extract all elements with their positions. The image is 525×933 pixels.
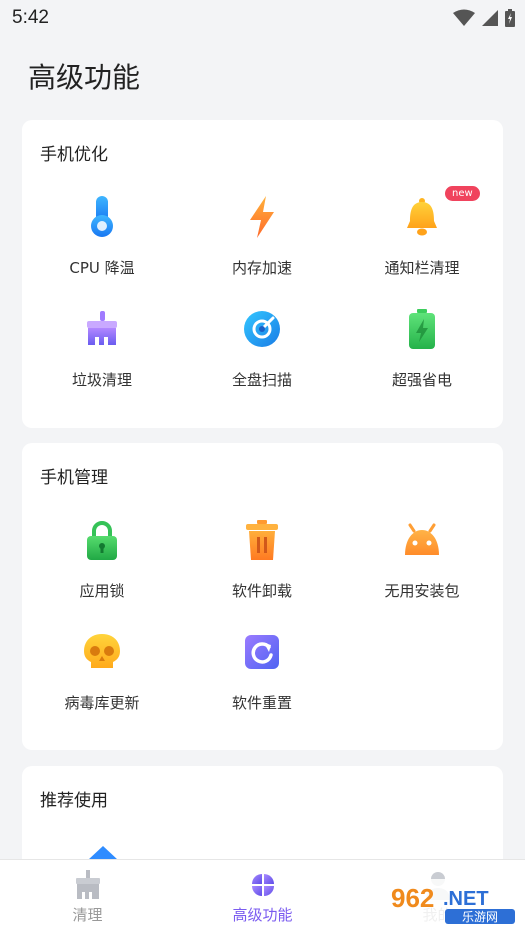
section-phone-optimize: 手机优化 CPU 降温 内存加速 new 通知栏清理 垃圾清理 全盘扫描 超强省… [22, 120, 503, 428]
grid-petal-icon [251, 874, 274, 896]
wifi-icon [453, 9, 475, 26]
nav-item-clean[interactable]: 清理 [0, 860, 175, 933]
feature-label: 无用安装包 [384, 582, 460, 600]
feature-power-save[interactable]: 超强省电 [342, 292, 502, 404]
feature-label: 超强省电 [391, 371, 452, 389]
feature-grid: CPU 降温 内存加速 new 通知栏清理 垃圾清理 全盘扫描 超强省电 [22, 180, 503, 404]
feature-label: 全盘扫描 [231, 371, 292, 389]
android-icon [399, 517, 445, 563]
feature-uninstall[interactable]: 软件卸载 [182, 503, 342, 615]
battery-status-icon [505, 9, 515, 27]
svg-text:乐游网: 乐游网 [462, 910, 498, 924]
nav-label: 高级功能 [232, 906, 293, 924]
section-title: 手机管理 [40, 468, 108, 488]
feature-label: 软件卸载 [231, 582, 292, 600]
signal-icon [482, 10, 498, 26]
trash-icon [239, 517, 285, 563]
broom-icon [79, 306, 125, 352]
feature-useless-apk[interactable]: 无用安装包 [342, 503, 502, 615]
battery-icon [399, 306, 445, 352]
bell-icon [399, 194, 445, 240]
watermark-logo: 962 .NET 乐游网 [387, 879, 519, 925]
status-bar: 5:42 [0, 0, 525, 36]
section-phone-manage: 手机管理 应用锁 软件卸载 无用安装包 病毒库更新 软件重置 [22, 443, 503, 750]
status-time: 5:42 [12, 7, 49, 28]
feature-junk-clean[interactable]: 垃圾清理 [22, 292, 182, 404]
feature-grid: 应用锁 软件卸载 无用安装包 病毒库更新 软件重置 [22, 503, 503, 727]
svg-text:.NET: .NET [443, 888, 489, 910]
feature-label: 通知栏清理 [384, 259, 460, 277]
feature-app-reset[interactable]: 软件重置 [182, 615, 342, 727]
scan-icon [239, 306, 285, 352]
status-icons [453, 9, 515, 27]
feature-label: 内存加速 [231, 259, 292, 277]
feature-memory-boost[interactable]: 内存加速 [182, 180, 342, 292]
broom-icon [75, 870, 100, 899]
section-title: 手机优化 [40, 145, 108, 165]
feature-label: 垃圾清理 [71, 371, 132, 389]
feature-app-lock[interactable]: 应用锁 [22, 503, 182, 615]
skull-icon [79, 629, 125, 675]
lock-icon [79, 517, 125, 563]
svg-text:962: 962 [391, 883, 434, 913]
feature-label: 应用锁 [79, 582, 125, 600]
lightning-icon [239, 194, 285, 240]
feature-full-scan[interactable]: 全盘扫描 [182, 292, 342, 404]
refresh-icon [239, 629, 285, 675]
feature-notify-clean[interactable]: new 通知栏清理 [342, 180, 502, 292]
feature-label: 病毒库更新 [64, 694, 140, 712]
nav-item-advanced[interactable]: 高级功能 [175, 860, 350, 933]
feature-label: 软件重置 [231, 694, 292, 712]
thermometer-icon [79, 194, 125, 240]
nav-label: 清理 [72, 906, 103, 924]
new-badge: new [445, 186, 480, 201]
feature-virus-update[interactable]: 病毒库更新 [22, 615, 182, 727]
page-title: 高级功能 [28, 61, 141, 94]
feature-label: CPU 降温 [69, 259, 135, 277]
feature-cpu-cool[interactable]: CPU 降温 [22, 180, 182, 292]
section-title: 推荐使用 [40, 791, 108, 811]
